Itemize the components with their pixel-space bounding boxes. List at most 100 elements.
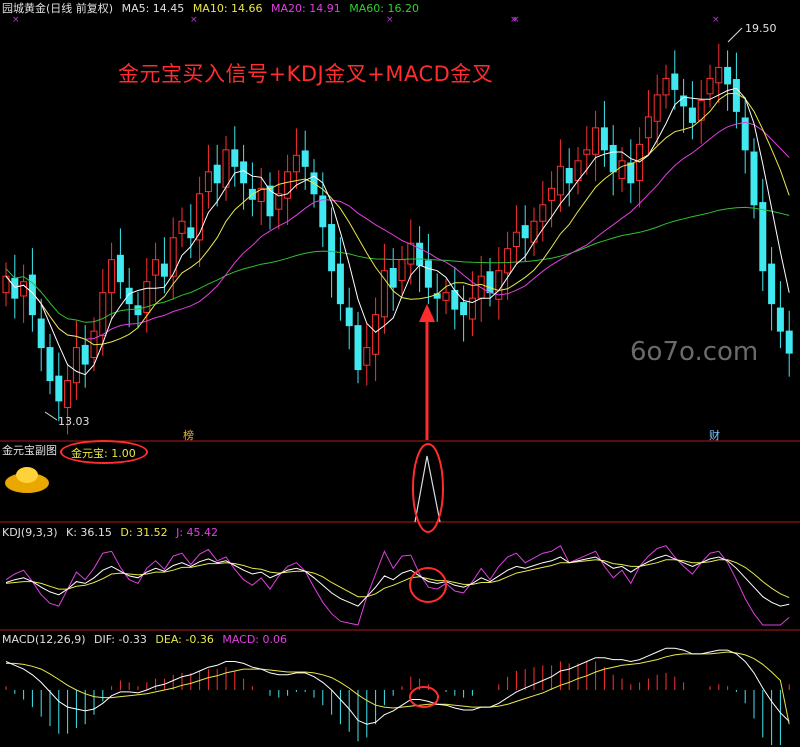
kdj-d-line (5, 559, 790, 599)
sub-panel-header: 金元宝副图 (2, 444, 62, 457)
gold-ingot-value: 金元宝: 1.00 (71, 447, 136, 460)
candle-body (389, 267, 397, 288)
candle-body (301, 150, 309, 167)
candle-body (750, 151, 758, 206)
candle-body (583, 149, 591, 155)
event-dot-4: × (512, 15, 520, 25)
candle-body (372, 314, 380, 355)
candle-body (213, 164, 221, 184)
candle-body (460, 302, 468, 316)
candle-body (653, 94, 661, 122)
candle-body (398, 259, 406, 282)
candle-body (345, 307, 353, 327)
candle-body (152, 259, 160, 276)
candle-body (724, 66, 732, 85)
candle-body (187, 227, 195, 239)
candle-body (292, 154, 300, 173)
candle-body (20, 281, 28, 297)
candle-body (72, 347, 80, 384)
high-price-label: 19.50 (745, 22, 777, 35)
kdj-d-readout: D: 31.52 (120, 526, 168, 539)
candle-body (134, 305, 142, 316)
ma60-readout: MA60: 16.20 (349, 2, 419, 15)
macd-value-readout: MACD: 0.06 (222, 633, 287, 646)
event-marker-cai: 财 (709, 429, 720, 442)
event-marker-bang: 榜 (183, 429, 194, 442)
candle-body (380, 270, 388, 318)
candle-body (636, 143, 644, 182)
candle-body (768, 263, 776, 305)
candle-body (204, 171, 212, 193)
candle-body (609, 144, 617, 173)
candle-body (81, 344, 89, 365)
kdj-j-readout: J: 45.42 (176, 526, 219, 539)
candle-body (55, 375, 63, 402)
kdj-panel-header: KDJ(9,3,3) K: 36.15 D: 31.52 J: 45.42 (2, 526, 223, 539)
macd-cross-circle (409, 686, 439, 708)
candle-body (116, 254, 124, 283)
main-panel-header: 园城黄金(日线 前复权) MA5: 14.45 MA10: 14.66 MA20… (2, 2, 424, 15)
event-dot-1: × (190, 15, 198, 25)
macd-title: MACD(12,26,9) (2, 633, 86, 646)
candle-body (688, 107, 696, 123)
candle-body (548, 187, 556, 201)
candle-body (64, 380, 72, 408)
candle-body (785, 330, 793, 354)
low-pointer (44, 411, 58, 421)
candle-body (504, 248, 512, 274)
candle-body (416, 242, 424, 266)
gold-ingot-icon-top (16, 467, 38, 483)
candle-body (424, 260, 432, 288)
ma20-readout: MA20: 14.91 (271, 2, 341, 15)
macd-dif-line (5, 647, 790, 725)
ma10-readout: MA10: 14.66 (192, 2, 263, 15)
candle-body (671, 73, 679, 90)
event-dot-5: × (712, 15, 720, 25)
macd-panel-header: MACD(12,26,9) DIF: -0.33 DEA: -0.36 MACD… (2, 633, 292, 646)
candle-body (336, 263, 344, 305)
candle-body (222, 149, 230, 188)
candle-body (231, 149, 239, 167)
candle-body (715, 66, 723, 84)
candle-body (627, 162, 635, 184)
candle-body (592, 127, 600, 155)
candle-body (556, 165, 564, 196)
kdj-title: KDJ(9,3,3) (2, 526, 58, 539)
gold-ingot-value-highlight: 金元宝: 1.00 (60, 440, 148, 464)
stock-title: 园城黄金(日线 前复权) (2, 2, 114, 15)
high-pointer (727, 27, 743, 43)
macd-dif-readout: DIF: -0.33 (94, 633, 147, 646)
candle-body (539, 204, 547, 222)
signal-spike-circle (412, 443, 444, 533)
low-price-label: 13.03 (58, 415, 90, 428)
site-watermark: 6o7o.com (630, 337, 759, 367)
candle-body (178, 220, 186, 234)
kdj-cross-circle (409, 567, 447, 603)
candle-body (759, 202, 767, 272)
candle-body (442, 292, 450, 301)
candle-body (732, 79, 740, 112)
kdj-k-readout: K: 36.15 (66, 526, 112, 539)
candle-body (618, 160, 626, 179)
ma5-readout: MA5: 14.45 (121, 2, 185, 15)
candle-body (521, 225, 529, 239)
signal-arrow-head (419, 304, 435, 322)
candle-body (486, 271, 494, 294)
candle-body (363, 347, 371, 366)
candle-body (644, 116, 652, 139)
candle-body (407, 242, 415, 265)
candle-body (776, 307, 784, 332)
candle-body (160, 263, 168, 277)
candle-body (662, 77, 670, 96)
ma5-line (5, 87, 790, 376)
candle-body (99, 292, 107, 337)
candle-body (512, 231, 520, 248)
candle-body (11, 277, 19, 299)
signal-spike (414, 455, 441, 523)
event-dot-0: × (12, 15, 20, 25)
event-dot-2: × (386, 15, 394, 25)
candle-body (328, 224, 336, 272)
macd-dea-readout: DEA: -0.36 (155, 633, 214, 646)
macd-dea-line (6, 651, 790, 725)
sub-panel-title: 金元宝副图 (2, 444, 57, 457)
